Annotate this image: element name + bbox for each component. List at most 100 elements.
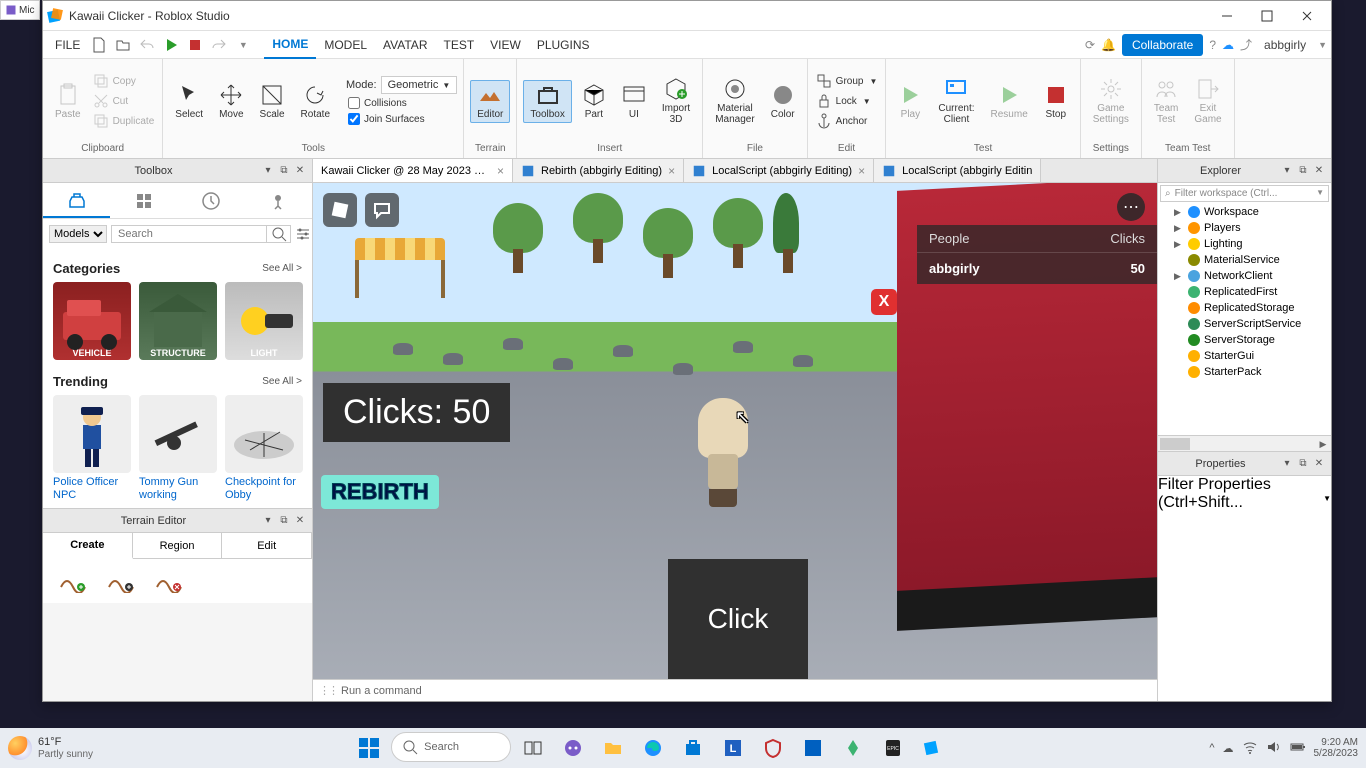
- play-icon[interactable]: [160, 34, 182, 56]
- trending-checkpoint[interactable]: Checkpoint for Obby: [225, 395, 303, 502]
- updates-icon[interactable]: ⟳: [1085, 38, 1095, 52]
- terrain-tab-create[interactable]: Create: [43, 533, 133, 559]
- explorer-popout-icon[interactable]: ⧉: [1295, 163, 1311, 179]
- doctab-localscript1[interactable]: LocalScript (abbgirly Editing)×: [684, 159, 874, 182]
- toolbox-search-input[interactable]: [112, 226, 266, 242]
- notifications-icon[interactable]: 🔔: [1101, 38, 1116, 52]
- collisions-checkbox[interactable]: Collisions: [346, 96, 457, 110]
- start-button[interactable]: [351, 732, 387, 764]
- taskbar-store-icon[interactable]: [675, 732, 711, 764]
- open-file-icon[interactable]: [112, 34, 134, 56]
- ui-button[interactable]: UI: [616, 81, 652, 122]
- taskbar-explorer-icon[interactable]: [595, 732, 631, 764]
- chat-button[interactable]: [365, 193, 399, 227]
- stop-icon[interactable]: [184, 34, 206, 56]
- explorer-node-networkclient[interactable]: ▶NetworkClient: [1158, 268, 1331, 284]
- terrain-tab-region[interactable]: Region: [133, 533, 223, 558]
- tab-model[interactable]: MODEL: [316, 31, 375, 59]
- part-button[interactable]: Part: [576, 81, 612, 122]
- task-view-icon[interactable]: [515, 732, 551, 764]
- tab-avatar[interactable]: AVATAR: [375, 31, 435, 59]
- explorer-node-lighting[interactable]: ▶Lighting: [1158, 236, 1331, 252]
- roblox-menu-button[interactable]: [323, 193, 357, 227]
- tab-home[interactable]: HOME: [264, 31, 316, 59]
- close-button[interactable]: [1287, 2, 1327, 30]
- username-label[interactable]: abbgirly: [1258, 38, 1312, 52]
- game-settings-button[interactable]: Game Settings: [1087, 75, 1135, 127]
- doctab-place[interactable]: Kawaii Clicker @ 28 May 2023 08:48×: [313, 159, 513, 182]
- doctab-localscript2[interactable]: LocalScript (abbgirly Editin: [874, 159, 1041, 182]
- toolbox-tab-marketplace[interactable]: [43, 183, 110, 218]
- exit-game-button[interactable]: Exit Game: [1188, 75, 1227, 127]
- terrain-generate-icon[interactable]: [59, 569, 87, 593]
- tray-expand-icon[interactable]: ^: [1209, 742, 1214, 754]
- explorer-node-workspace[interactable]: ▶Workspace: [1158, 204, 1331, 220]
- collaborate-button[interactable]: Collaborate: [1122, 34, 1203, 56]
- explorer-tree[interactable]: ▶Workspace▶Players▶LightingMaterialServi…: [1158, 204, 1331, 435]
- rotate-button[interactable]: Rotate: [295, 81, 336, 122]
- cut-button[interactable]: Cut: [91, 92, 157, 110]
- taskbar-chat-icon[interactable]: [555, 732, 591, 764]
- tray-onedrive-icon[interactable]: ☁: [1223, 742, 1234, 755]
- join-surfaces-checkbox[interactable]: Join Surfaces: [346, 112, 457, 126]
- viewport-more-icon[interactable]: ⋯: [1117, 193, 1145, 221]
- stop-button[interactable]: Stop: [1038, 81, 1074, 122]
- category-light[interactable]: LIGHT: [225, 282, 303, 360]
- properties-close-icon[interactable]: ✕: [1311, 456, 1327, 472]
- team-test-button[interactable]: Team Test: [1148, 75, 1184, 127]
- filter-icon[interactable]: [295, 225, 311, 243]
- terrain-clear-icon[interactable]: [155, 569, 183, 593]
- category-vehicle[interactable]: VEHICLE: [53, 282, 131, 360]
- copy-button[interactable]: Copy: [91, 72, 157, 90]
- color-button[interactable]: Color: [765, 81, 801, 122]
- tab-view[interactable]: VIEW: [482, 31, 529, 59]
- close-icon[interactable]: ×: [858, 164, 865, 178]
- toolbox-dropdown-icon[interactable]: ▾: [260, 163, 276, 179]
- close-icon[interactable]: ×: [497, 164, 504, 178]
- new-file-icon[interactable]: [88, 34, 110, 56]
- duplicate-button[interactable]: Duplicate: [91, 112, 157, 130]
- toolbox-tab-recent[interactable]: [178, 183, 245, 218]
- toolbox-tab-creations[interactable]: [245, 183, 312, 218]
- trending-police-npc[interactable]: Police Officer NPC: [53, 395, 131, 502]
- tray-volume-icon[interactable]: [1266, 739, 1282, 758]
- taskbar-app1-icon[interactable]: L: [715, 732, 751, 764]
- trending-tommy-gun[interactable]: Tommy Gun working: [139, 395, 217, 502]
- command-bar[interactable]: ⋮⋮ Run a command: [313, 679, 1157, 701]
- material-manager-button[interactable]: Material Manager: [709, 75, 760, 127]
- play-button[interactable]: Play: [892, 81, 928, 122]
- taskbar-mcafee-icon[interactable]: [755, 732, 791, 764]
- paste-button[interactable]: Paste: [49, 81, 87, 122]
- toolbox-button[interactable]: Toolbox: [523, 80, 571, 123]
- scale-button[interactable]: Scale: [254, 81, 291, 122]
- lock-button[interactable]: Lock▼: [814, 92, 880, 110]
- move-button[interactable]: Move: [213, 81, 249, 122]
- toolbox-tab-inventory[interactable]: [110, 183, 177, 218]
- explorer-node-materialservice[interactable]: MaterialService: [1158, 252, 1331, 268]
- explorer-close-icon[interactable]: ✕: [1311, 163, 1327, 179]
- resume-button[interactable]: Resume: [985, 81, 1034, 122]
- taskbar-app2-icon[interactable]: [795, 732, 831, 764]
- explorer-node-startergui[interactable]: StarterGui: [1158, 348, 1331, 364]
- properties-popout-icon[interactable]: ⧉: [1295, 456, 1311, 472]
- toolbox-close-icon[interactable]: ✕: [292, 163, 308, 179]
- terrain-close-icon[interactable]: ✕: [292, 513, 308, 529]
- trending-seeall[interactable]: See All >: [262, 376, 302, 387]
- terrain-editor-button[interactable]: Editor: [470, 80, 510, 123]
- current-client-button[interactable]: Current: Client: [932, 75, 980, 127]
- toolbox-popout-icon[interactable]: ⧉: [276, 163, 292, 179]
- tray-battery-icon[interactable]: [1290, 739, 1306, 758]
- qat-dropdown-icon[interactable]: ▼: [232, 34, 254, 56]
- tab-plugins[interactable]: PLUGINS: [529, 31, 598, 59]
- category-structure[interactable]: STRUCTURE: [139, 282, 217, 360]
- close-icon[interactable]: ×: [668, 164, 675, 178]
- taskbar-clock[interactable]: 9:20 AM5/28/2023: [1314, 737, 1359, 759]
- tab-test[interactable]: TEST: [435, 31, 482, 59]
- group-button[interactable]: Group▼: [814, 72, 880, 90]
- share-icon[interactable]: ⤴: [1240, 36, 1252, 53]
- terrain-import-icon[interactable]: [107, 569, 135, 593]
- explorer-node-serverstorage[interactable]: ServerStorage: [1158, 332, 1331, 348]
- taskbar-weather[interactable]: 61°FPartly sunny: [8, 736, 93, 760]
- select-button[interactable]: Select: [169, 81, 209, 122]
- file-menu[interactable]: FILE: [47, 31, 88, 59]
